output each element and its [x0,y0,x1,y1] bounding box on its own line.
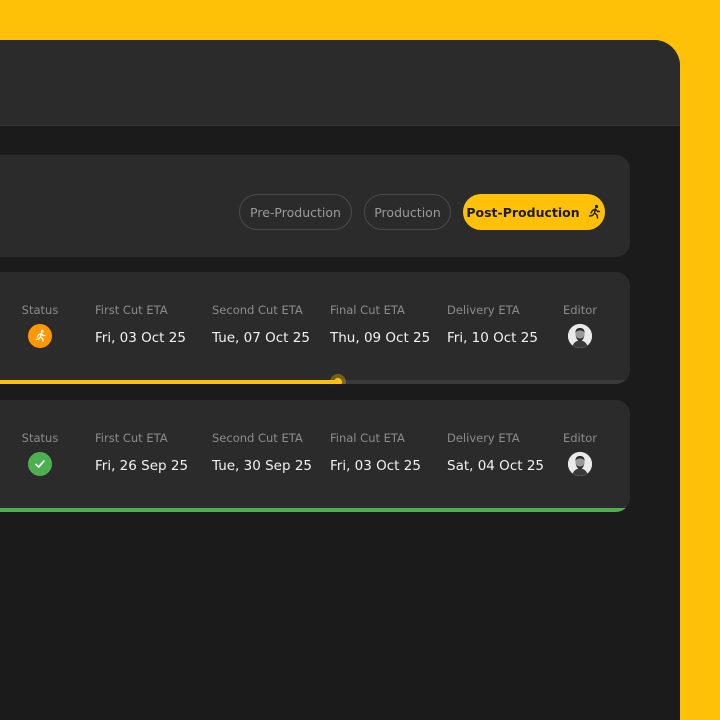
checkmark-icon [28,452,52,476]
first-cut-label: First Cut ETA [95,303,168,317]
progress-bar [0,374,630,384]
app-window: Pre-Production Production Post-Productio… [0,40,680,720]
second-cut-date: Tue, 30 Sep 25 [212,458,313,474]
progress-handle[interactable] [329,374,346,384]
filter-post-production[interactable]: Post-Production [463,194,605,230]
running-person-icon [28,324,52,348]
editor-column: Editor [550,431,610,476]
top-bar [0,40,680,126]
avatar-icon[interactable] [568,452,592,476]
final-cut-label: Final Cut ETA [330,303,405,317]
delivery-label: Delivery ETA [447,431,520,445]
progress-fill [0,508,630,512]
editor-label: Editor [562,303,598,317]
delivery-date: Sat, 04 Oct 25 [447,458,544,474]
second-cut-date: Tue, 07 Oct 25 [212,330,310,346]
second-cut-label: Second Cut ETA [212,303,303,317]
status-label: Status [21,303,59,317]
final-cut-label: Final Cut ETA [330,431,405,445]
filter-label: Production [374,204,441,220]
progress-bar [0,508,630,512]
final-cut-date: Fri, 03 Oct 25 [330,458,421,474]
delivery-column: Delivery ETA Fri, 10 Oct 25 [447,303,538,346]
first-cut-date: Fri, 03 Oct 25 [95,330,186,346]
second-cut-column: Second Cut ETA Tue, 07 Oct 25 [212,303,310,346]
first-cut-column: First Cut ETA Fri, 26 Sep 25 [95,431,188,474]
project-row[interactable]: Status First Cut ETA Fri, 26 Sep 25 Seco… [0,400,630,512]
final-cut-date: Thu, 09 Oct 25 [330,330,431,346]
progress-fill [0,380,338,384]
status-label: Status [21,431,59,445]
second-cut-label: Second Cut ETA [212,431,303,445]
status-column: Status [10,303,70,348]
first-cut-column: First Cut ETA Fri, 03 Oct 25 [95,303,186,346]
first-cut-label: First Cut ETA [95,431,168,445]
filter-pre-production[interactable]: Pre-Production [239,194,352,230]
filter-label: Post-Production [466,204,580,220]
delivery-column: Delivery ETA Sat, 04 Oct 25 [447,431,544,474]
final-cut-column: Final Cut ETA Fri, 03 Oct 25 [330,431,421,474]
filter-label: Pre-Production [250,204,341,220]
editor-label: Editor [562,431,598,445]
status-column: Status [10,431,70,476]
phase-filter-card: Pre-Production Production Post-Productio… [0,155,630,257]
delivery-label: Delivery ETA [447,303,520,317]
avatar-icon[interactable] [568,324,592,348]
project-row[interactable]: Status First Cut ETA Fri, 03 Oct 25 Seco… [0,272,630,384]
filter-production[interactable]: Production [364,194,451,230]
second-cut-column: Second Cut ETA Tue, 30 Sep 25 [212,431,312,474]
final-cut-column: Final Cut ETA Thu, 09 Oct 25 [330,303,430,346]
editor-column: Editor [550,303,610,348]
first-cut-date: Fri, 26 Sep 25 [95,458,189,474]
running-person-icon [588,204,600,219]
delivery-date: Fri, 10 Oct 25 [447,330,538,346]
